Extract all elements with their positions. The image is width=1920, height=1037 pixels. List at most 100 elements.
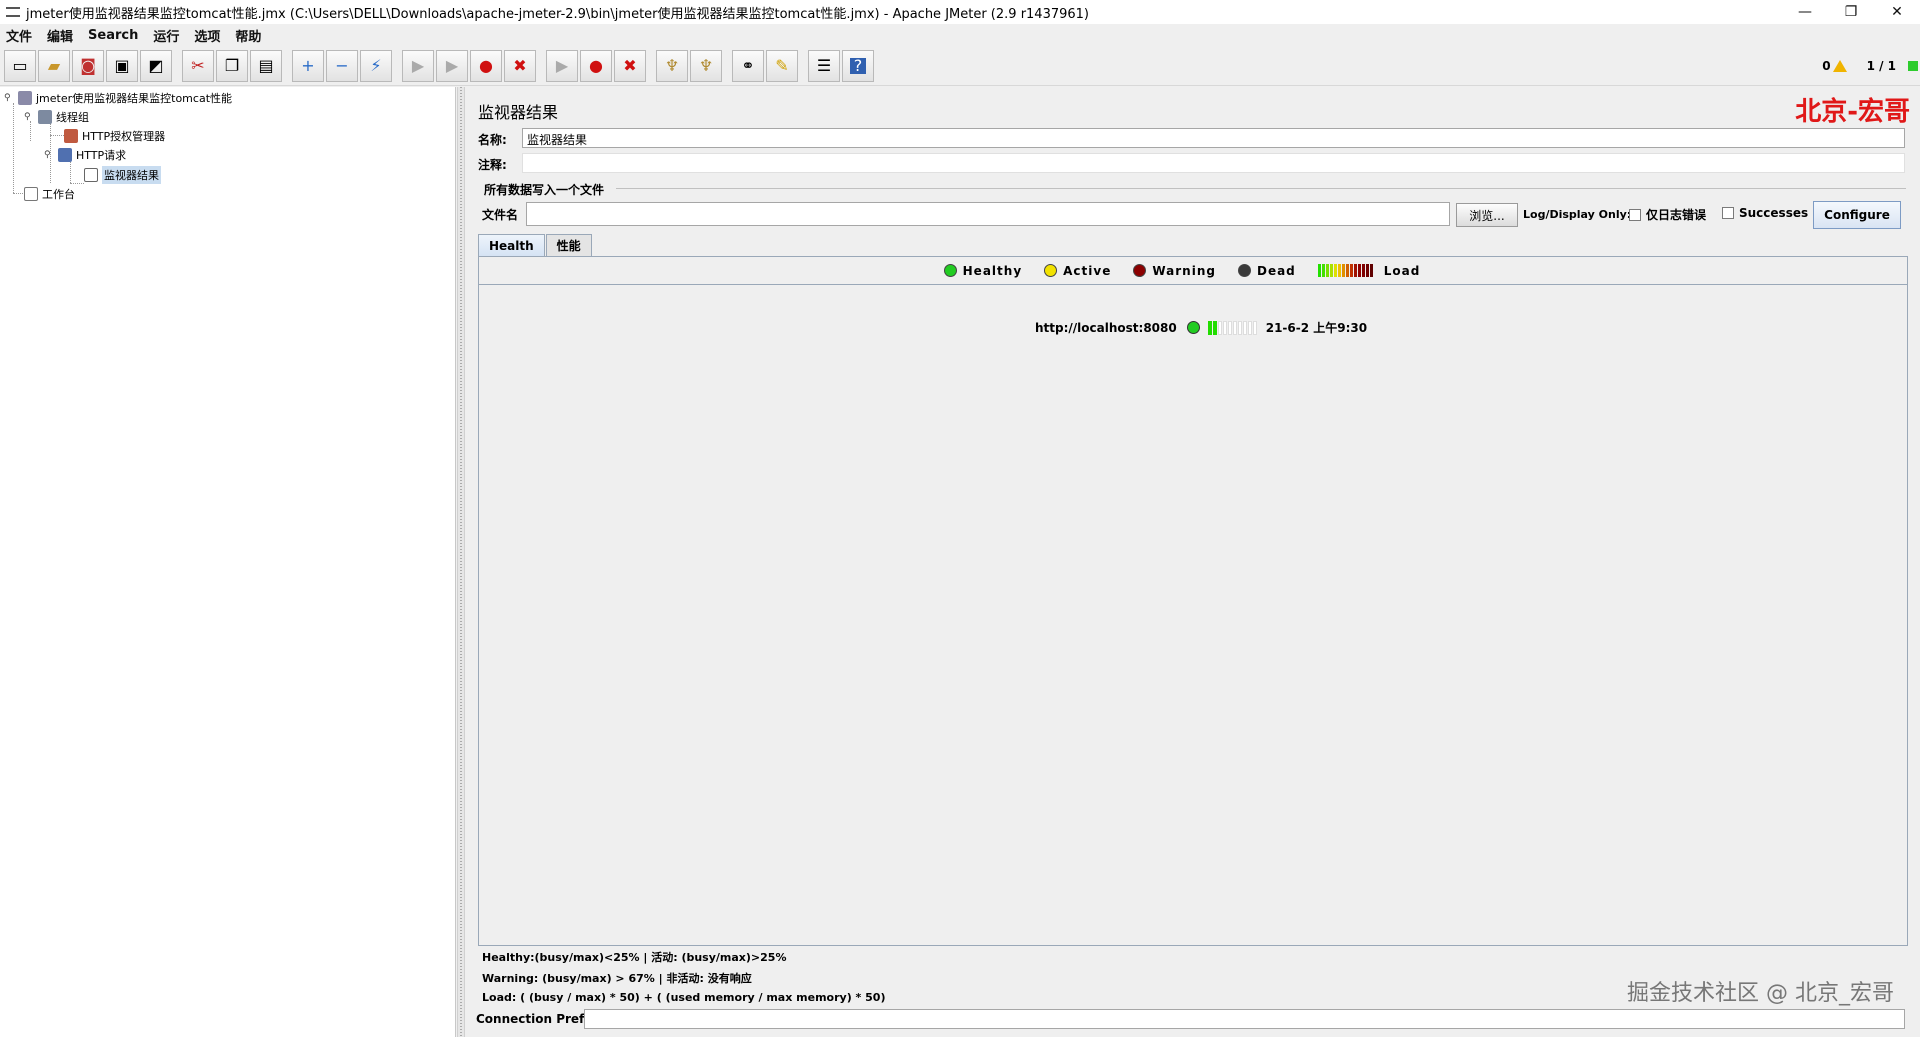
copy-button[interactable]: ❐ [216,49,248,82]
clear-all-button[interactable]: ♆ [690,49,722,82]
remote-shutdown-icon: ✖ [623,55,637,75]
load-segment [1207,320,1212,335]
watermark-top: 北京-宏哥 [1795,97,1910,127]
tab-performance[interactable]: 性能 [545,234,592,256]
start-no-pause-button[interactable]: ▶ [436,49,468,82]
checkbox-box[interactable] [1629,208,1641,221]
running-indicator-icon [1908,61,1918,71]
health-legend: Healthy Active Warning Dead Load [479,257,1907,285]
server-status-row: http://localhost:8080 21-6-2 上午9:30 [1035,319,1367,336]
minimize-button[interactable]: — [1782,0,1828,24]
broom-all-icon: ♆ [698,55,714,75]
open-button[interactable]: ◙ [72,49,104,82]
watermark-bottom: 掘金技术社区 @ 北京_宏哥 [1627,981,1894,1006]
save-icon: ▣ [114,55,130,75]
close-button[interactable]: ✕ [1874,0,1920,24]
load-segment [1252,320,1257,335]
health-view: Healthy Active Warning Dead Load http://… [478,256,1908,946]
remote-stop-button[interactable]: ● [580,49,612,82]
help-button[interactable]: ? [842,49,874,82]
menu-options[interactable]: 选项 [194,26,220,45]
configure-button[interactable]: Configure [1813,201,1901,229]
new-button[interactable]: ▭ [4,49,36,82]
log-display-label: Log/Display Only: [1523,208,1632,221]
cut-button[interactable]: ✂ [182,49,214,82]
comment-label: 注释: [478,158,507,172]
help-icon: ? [849,57,867,74]
shutdown-icon: ✖ [513,55,527,75]
auth-manager-icon [64,129,78,143]
monitor-results-panel: 监视器结果 北京-宏哥 名称: 监视器结果 注释: 所有数据写入一个文件 文件名… [466,87,1920,1037]
expand-button[interactable]: + [292,49,324,82]
healthy-dot-icon [943,264,957,277]
shutdown-button[interactable]: ✖ [504,49,536,82]
search-button[interactable]: ⚭ [732,49,764,82]
clear-button[interactable]: ♆ [656,49,688,82]
collapse-button[interactable]: − [326,49,358,82]
tree-node-test-plan[interactable]: ⚲ jmeter使用监视器结果监控tomcat性能 [4,90,232,106]
tab-health[interactable]: Health [478,234,545,256]
start-button[interactable]: ▶ [402,49,434,82]
server-url: http://localhost:8080 [1035,320,1177,335]
successes-label: Successes [1739,206,1809,220]
remote-start-icon: ▶ [555,55,569,75]
name-label: 名称: [478,133,507,147]
info-line-healthy: Healthy:(busy/max)<25% | 活动: (busy/max)>… [482,951,787,964]
filename-input[interactable] [526,202,1450,226]
successes-checkbox[interactable]: Successes [1722,206,1808,220]
menu-search[interactable]: Search [88,28,138,43]
connection-prefix-input[interactable] [584,1009,1905,1029]
remote-shutdown-button[interactable]: ✖ [614,49,646,82]
scissors-icon: ✂ [191,55,205,75]
load-segment [1227,320,1232,335]
window-title: jmeter使用监视器结果监控tomcat性能.jmx (C:\Users\DE… [26,6,1090,22]
warning-icon[interactable] [1832,60,1847,72]
tree-node-thread-group[interactable]: ⚲ 线程组 [24,109,89,125]
save-button[interactable]: ▣ [106,49,138,82]
menu-edit[interactable]: 编辑 [47,26,73,45]
menu-file[interactable]: 文件 [6,26,32,45]
reset-search-icon: ✎ [775,55,789,75]
legend-label: Dead [1256,263,1296,278]
status-area: 0 1 / 1 [1822,46,1920,86]
tree-node-auth-manager[interactable]: HTTP授权管理器 [64,128,165,144]
new-file-icon: ▭ [12,55,28,75]
tree-node-label: HTTP授权管理器 [82,130,166,143]
tree-node-workbench[interactable]: 工作台 [24,186,75,202]
plus-icon: + [301,55,315,75]
paste-button[interactable]: ▤ [250,49,282,82]
toggle-icon: ⚡ [370,55,382,75]
load-gradient-icon [1317,264,1374,277]
checkbox-box[interactable] [1722,207,1734,219]
tree-node-http-request[interactable]: ⚲ HTTP请求 [44,147,126,163]
comment-field[interactable] [522,153,1905,173]
stop-button[interactable]: ● [470,49,502,82]
list-icon: ☰ [816,55,832,75]
templates-button[interactable]: ▰ [38,49,70,82]
name-field[interactable]: 监视器结果 [522,128,1905,148]
restore-button[interactable]: ❐ [1828,0,1874,24]
menu-run[interactable]: 运行 [153,26,179,45]
broom-icon: ♆ [664,55,680,75]
legend-label: Warning [1152,263,1216,278]
info-line-warning: Warning: (busy/max) > 67% | 非活动: 没有响应 [482,972,752,985]
errors-only-checkbox[interactable]: 仅日志错误 [1629,206,1706,223]
browse-button[interactable]: 浏览... [1456,203,1518,227]
expand-toggle-icon[interactable]: ⚲ [4,93,14,103]
toggle-button[interactable]: ⚡ [360,49,392,82]
warning-dot-icon [1133,264,1147,277]
remote-start-button[interactable]: ▶ [546,49,578,82]
tree-node-monitor-results[interactable]: 监视器结果 [84,166,161,184]
expand-toggle-icon[interactable]: ⚲ [24,112,34,122]
workbench-icon [24,187,38,201]
expand-toggle-icon[interactable]: ⚲ [44,150,54,160]
remote-stop-icon: ● [589,55,603,75]
function-helper-button[interactable]: ☰ [808,49,840,82]
result-tabs: Health 性能 [478,234,593,256]
split-grip [460,87,462,1037]
menu-help[interactable]: 帮助 [235,26,261,45]
reset-search-button[interactable]: ✎ [766,49,798,82]
load-segment [1222,320,1227,335]
legend-dead: Dead [1237,263,1296,278]
save-as-button[interactable]: ◩ [140,49,172,82]
